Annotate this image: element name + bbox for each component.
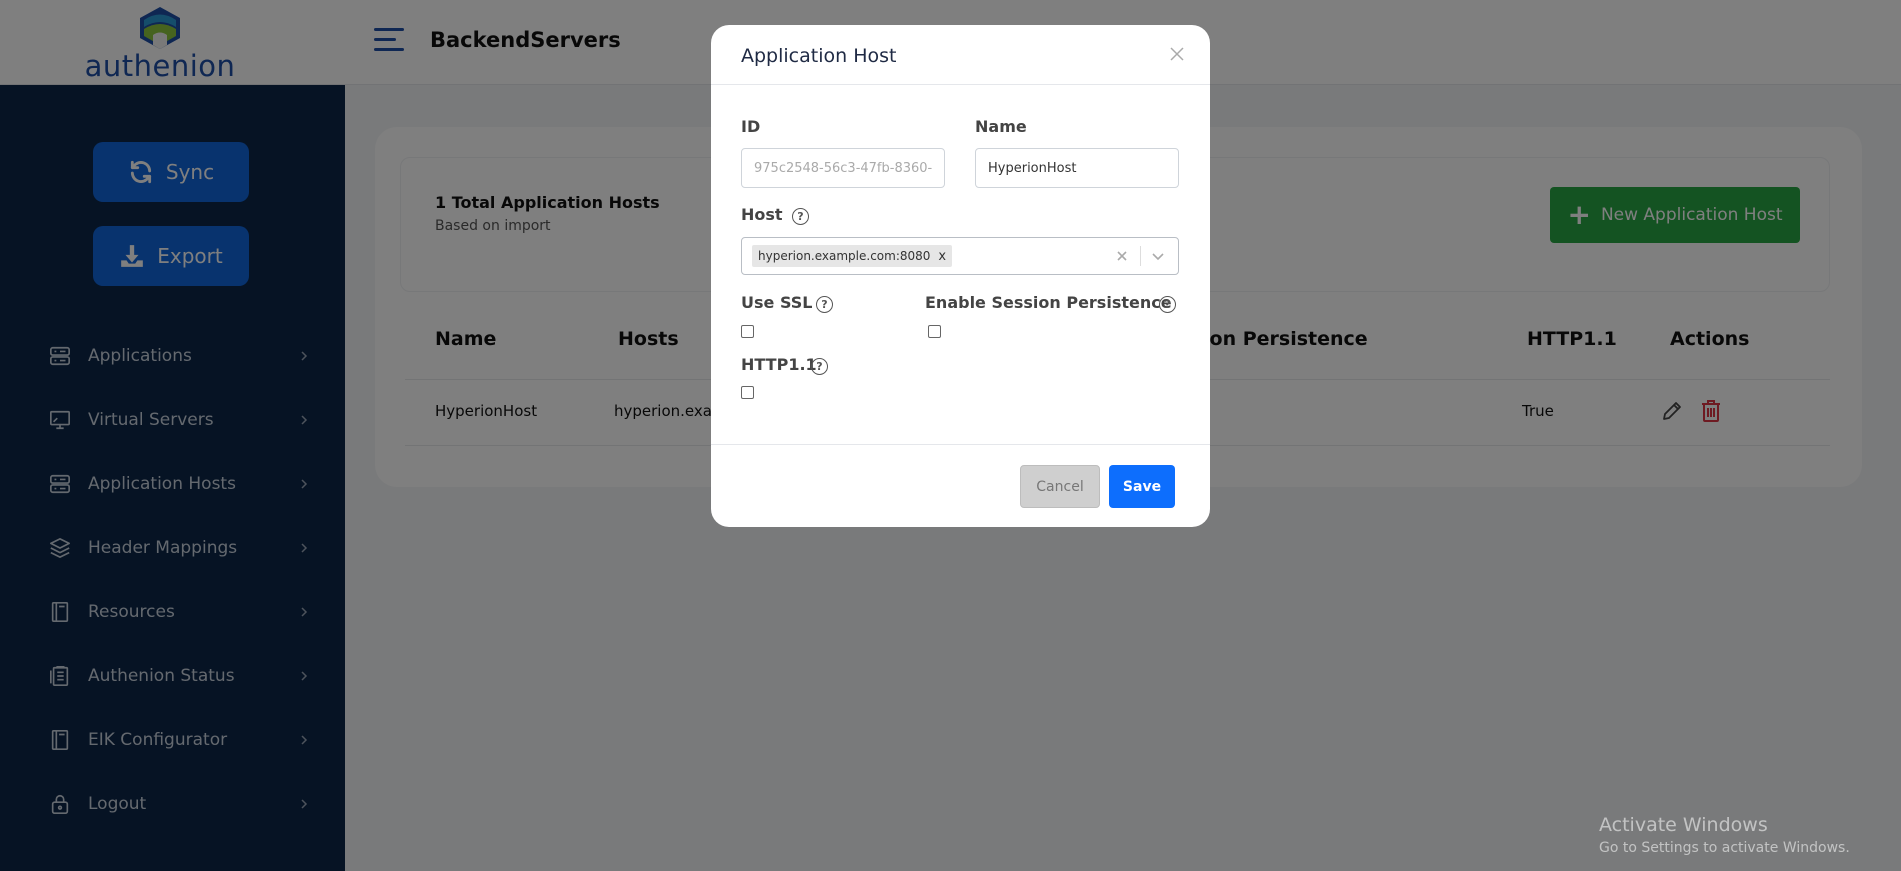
session-persistence-help-icon[interactable]: ?	[1159, 296, 1176, 313]
host-label: Host	[741, 205, 783, 224]
http11-checkbox[interactable]	[741, 386, 754, 399]
session-persistence-checkbox[interactable]	[928, 325, 941, 338]
activate-windows-title: Activate Windows	[1599, 814, 1768, 836]
application-host-dialog: Application Host ID Name Host ? hyperion…	[711, 25, 1210, 527]
http11-help-icon[interactable]: ?	[811, 358, 828, 375]
chevron-down-icon[interactable]	[1148, 246, 1168, 266]
save-button[interactable]: Save	[1109, 465, 1175, 508]
host-help-icon[interactable]: ?	[792, 208, 809, 225]
dialog-title: Application Host	[741, 45, 897, 67]
id-field[interactable]	[741, 148, 945, 188]
dialog-footer-divider	[711, 444, 1210, 445]
chip-remove-icon[interactable]: x	[938, 249, 946, 264]
name-field[interactable]	[975, 148, 1179, 188]
http11-label: HTTP1.1	[741, 355, 817, 374]
cancel-button[interactable]: Cancel	[1020, 465, 1100, 508]
session-persistence-label: Enable Session Persistence	[925, 293, 1172, 312]
host-chip: hyperion.example.com:8080 x	[752, 245, 953, 267]
use-ssl-label: Use SSL	[741, 293, 813, 312]
select-separator	[1140, 246, 1141, 266]
clear-icon[interactable]	[1112, 246, 1132, 266]
activate-windows-subtitle: Go to Settings to activate Windows.	[1599, 840, 1850, 856]
close-icon[interactable]	[1166, 43, 1188, 65]
host-chip-label: hyperion.example.com:8080	[758, 249, 931, 263]
dialog-header-divider	[711, 84, 1210, 85]
use-ssl-help-icon[interactable]: ?	[816, 296, 833, 313]
host-multiselect[interactable]: hyperion.example.com:8080 x	[741, 237, 1179, 275]
id-label: ID	[741, 117, 761, 136]
use-ssl-checkbox[interactable]	[741, 325, 754, 338]
name-label: Name	[975, 117, 1027, 136]
